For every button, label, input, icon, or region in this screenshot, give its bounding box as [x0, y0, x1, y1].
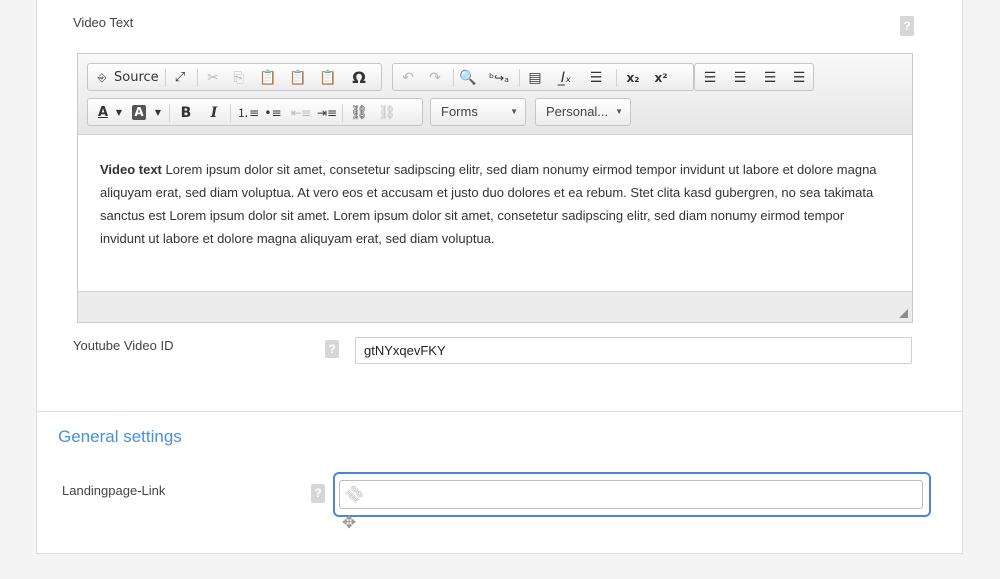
editor-content-area[interactable]: Video text Lorem ipsum dolor sit amet, c…	[78, 136, 912, 292]
redo-icon[interactable]: ↷	[426, 68, 444, 88]
align-right-icon[interactable]: ☰	[761, 68, 779, 88]
copy-icon[interactable]: ⎘	[230, 68, 248, 88]
forms-dropdown-label: Forms	[441, 104, 478, 119]
general-settings-title: General settings	[58, 427, 182, 446]
video-text-label: Video Text	[73, 15, 134, 30]
editor-toolbar: ⎆ Source ⤢ ✂ ⎘ 📋 📋 📋 Ω ↶ ↷ 🔍 ᵇ↪ₐ ▤ I̲ₓ ☰…	[78, 54, 912, 135]
horizontal-rule-icon[interactable]: ☰	[587, 68, 605, 88]
section-divider	[36, 411, 963, 412]
align-center-icon[interactable]: ☰	[731, 68, 749, 88]
toolbar-group-clipboard: ⎆ Source ⤢ ✂ ⎘ 📋 📋 📋 Ω	[87, 63, 382, 91]
italic-button[interactable]: I	[205, 103, 223, 123]
editor-status-bar	[78, 291, 912, 322]
link-icon[interactable]: ⛓	[350, 103, 368, 123]
source-icon[interactable]: ⎆	[93, 68, 111, 88]
replace-icon[interactable]: ᵇ↪ₐ	[489, 68, 509, 88]
special-char-icon[interactable]: Ω	[350, 68, 368, 88]
align-left-icon[interactable]: ☰	[701, 68, 719, 88]
resize-handle-icon[interactable]	[899, 309, 908, 318]
video-text-bold: Video text	[100, 162, 162, 177]
numbered-list-icon[interactable]: ⒈≡	[237, 103, 259, 123]
bulleted-list-icon[interactable]: •≡	[264, 103, 282, 123]
personal-dropdown-label: Personal...	[546, 104, 609, 119]
toolbar-group-align: ☰ ☰ ☰ ☰	[694, 63, 814, 91]
landingpage-link-label: Landingpage-Link	[62, 483, 166, 498]
video-text-body: Lorem ipsum dolor sit amet, consetetur s…	[100, 162, 877, 246]
find-icon[interactable]: 🔍	[459, 68, 477, 88]
undo-icon[interactable]: ↶	[399, 68, 417, 88]
chevron-down-icon[interactable]: ▼	[110, 103, 128, 123]
show-blocks-icon[interactable]: ▤	[526, 68, 544, 88]
superscript-icon[interactable]: x²	[652, 68, 670, 88]
chevron-down-icon: ▼	[510, 107, 518, 116]
bold-button[interactable]: B	[177, 103, 195, 123]
source-button[interactable]: Source	[114, 68, 159, 88]
help-icon[interactable]: ?	[325, 340, 339, 358]
paste-text-icon[interactable]: 📋	[289, 68, 307, 88]
remove-format-icon[interactable]: I̲ₓ	[557, 68, 575, 88]
youtube-video-id-input[interactable]: gtNYxqevFKY	[355, 337, 912, 364]
move-cursor-icon: ✥	[342, 513, 357, 532]
indent-icon[interactable]: ⇥≡	[317, 103, 337, 123]
paste-icon[interactable]: 📋	[259, 68, 277, 88]
toolbar-group-edit: ↶ ↷ 🔍 ᵇ↪ₐ ▤ I̲ₓ ☰ x₂ x²	[392, 63, 694, 91]
bg-color-icon[interactable]: A	[132, 105, 146, 120]
chevron-down-icon[interactable]: ▼	[149, 103, 167, 123]
cut-icon[interactable]: ✂	[204, 68, 222, 88]
forms-dropdown[interactable]: Forms ▼	[430, 98, 526, 126]
rich-text-editor[interactable]: ⎆ Source ⤢ ✂ ⎘ 📋 📋 📋 Ω ↶ ↷ 🔍 ᵇ↪ₐ ▤ I̲ₓ ☰…	[77, 53, 913, 323]
chevron-down-icon: ▼	[615, 107, 623, 116]
personal-dropdown[interactable]: Personal... ▼	[535, 98, 631, 126]
help-icon[interactable]: ?	[900, 16, 914, 36]
link-icon: ⛓	[342, 481, 368, 508]
help-icon[interactable]: ?	[311, 484, 325, 503]
toolbar-group-style: A ▼ A ▼ B I ⒈≡ •≡ ⇤≡ ⇥≡ ⛓ ⛓	[87, 98, 423, 126]
paste-word-icon[interactable]: 📋	[319, 68, 337, 88]
youtube-video-id-label: Youtube Video ID	[73, 338, 174, 353]
landingpage-link-input[interactable]: ⛓	[339, 480, 923, 509]
justify-icon[interactable]: ☰	[790, 68, 808, 88]
maximize-icon[interactable]: ⤢	[171, 68, 189, 88]
subscript-icon[interactable]: x₂	[624, 68, 642, 88]
outdent-icon[interactable]: ⇤≡	[291, 103, 311, 123]
unlink-icon[interactable]: ⛓	[378, 103, 396, 123]
